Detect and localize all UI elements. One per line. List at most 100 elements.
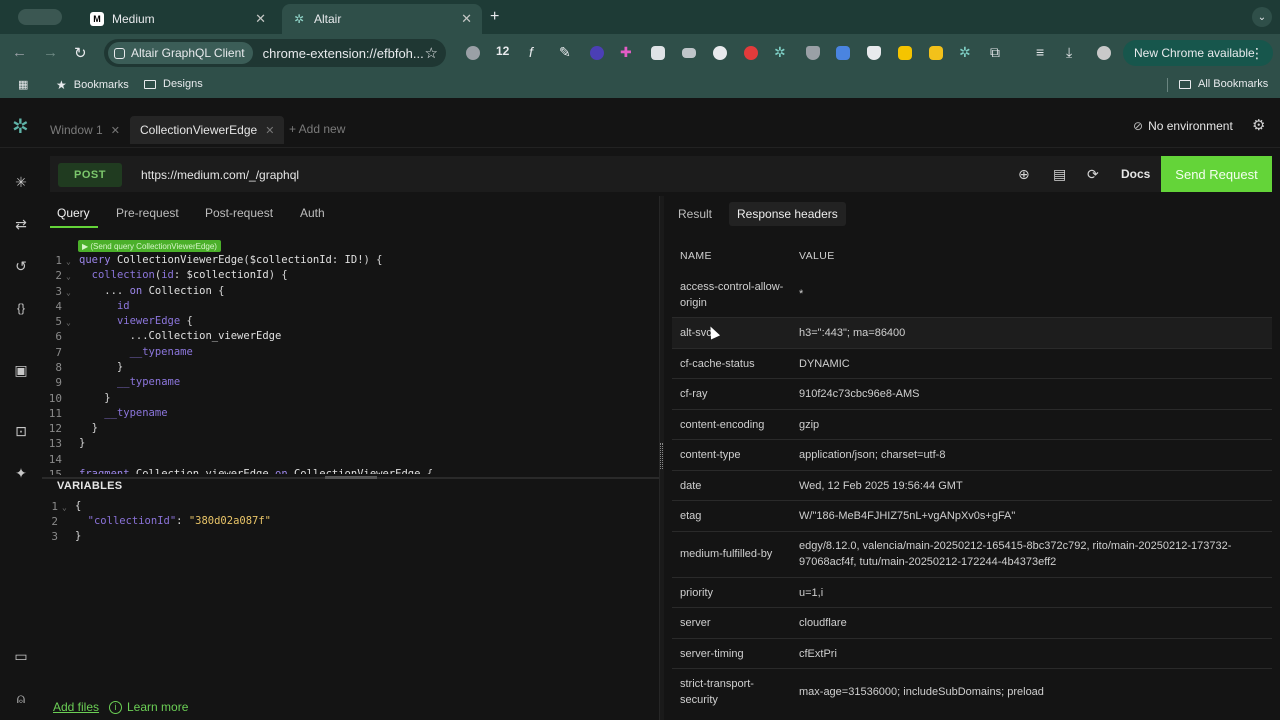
history-icon[interactable]: ↺ xyxy=(13,258,29,274)
code-line: } xyxy=(75,530,81,542)
extension-circle-icon[interactable] xyxy=(713,46,727,60)
tab-auth[interactable]: Auth xyxy=(300,206,325,220)
fold-icon[interactable]: ⌄ xyxy=(66,318,71,327)
tab-result[interactable]: Result xyxy=(670,202,720,226)
address-bar[interactable]: Altair GraphQL Client chrome-extension:/… xyxy=(104,39,446,67)
extensions-puzzle-icon[interactable]: ⧉ xyxy=(990,44,1000,61)
add-new-window-button[interactable]: + Add new xyxy=(289,122,345,136)
code-line: query CollectionViewerEdge($collectionId… xyxy=(79,254,382,266)
apps-grid-icon[interactable]: ▦ xyxy=(18,78,28,91)
extension-altair2-icon[interactable]: ✲ xyxy=(959,44,971,61)
extension-translate-icon[interactable] xyxy=(836,46,850,60)
browser-tab-label: Medium xyxy=(112,12,155,26)
close-window-icon[interactable]: ✕ xyxy=(265,124,274,137)
close-tab-icon[interactable]: ✕ xyxy=(255,11,266,27)
folder-icon[interactable]: ▭ xyxy=(13,648,29,664)
tab-query[interactable]: Query xyxy=(57,206,90,220)
table-row: priority u=1,i xyxy=(672,578,1272,608)
close-window-icon[interactable]: ✕ xyxy=(111,124,120,137)
variables-braces-icon[interactable]: {} xyxy=(13,300,29,316)
extension-site-chip[interactable]: Altair GraphQL Client xyxy=(108,42,253,64)
fold-icon[interactable]: ⌄ xyxy=(62,503,67,512)
http-method-selector[interactable]: POST xyxy=(58,163,122,187)
extension-stop-icon[interactable] xyxy=(744,46,758,60)
tab-response-headers[interactable]: Response headers xyxy=(729,202,846,226)
extension-warning-icon[interactable] xyxy=(929,46,943,60)
fold-icon[interactable]: ⌄ xyxy=(66,288,71,297)
extension-altair-icon[interactable]: ✲ xyxy=(774,44,786,61)
forward-icon[interactable]: → xyxy=(43,44,58,61)
extension-yellow-icon[interactable] xyxy=(898,46,912,60)
back-icon[interactable]: ← xyxy=(12,44,27,61)
docs-button[interactable]: Docs xyxy=(1121,167,1150,181)
reload-icon[interactable]: ↻ xyxy=(74,44,87,62)
extension-mail-icon[interactable] xyxy=(682,48,696,58)
variable-key: "collectionId" xyxy=(88,515,177,527)
collections-icon[interactable]: ▣ xyxy=(13,362,29,378)
download-icon[interactable]: ⤓ xyxy=(1066,44,1072,61)
endpoint-url-input[interactable]: https://medium.com/_/graphql xyxy=(141,168,299,182)
code-line: ... on Collection { xyxy=(79,285,224,297)
profile-avatar-icon[interactable] xyxy=(1097,46,1111,60)
update-label: New Chrome available xyxy=(1134,46,1255,60)
ai-sparkle-icon[interactable]: ✦ xyxy=(13,465,29,481)
export-file-icon[interactable]: ▤ xyxy=(1053,166,1066,183)
window-tab-collectionvieweredge[interactable]: CollectionViewerEdge ✕ xyxy=(130,116,284,144)
extension-figma-icon[interactable]: ✚ xyxy=(620,44,632,61)
resize-grip-icon[interactable] xyxy=(660,443,663,469)
info-icon: i xyxy=(109,701,122,714)
add-files-link[interactable]: Add files xyxy=(53,700,99,714)
code-line: } xyxy=(79,437,85,449)
learn-more-link[interactable]: iLearn more xyxy=(109,700,188,714)
line-number: 2 xyxy=(40,515,58,528)
extension-window-icon[interactable] xyxy=(651,46,665,60)
code-line: } xyxy=(79,392,111,404)
plugin-icon[interactable]: ⊡ xyxy=(13,423,29,439)
star-icon: ★ xyxy=(56,78,67,92)
tab-group-indicator[interactable] xyxy=(18,9,62,25)
header-name: access-control-allow-origin xyxy=(680,279,788,311)
all-bookmarks[interactable]: All Bookmarks xyxy=(1179,78,1268,90)
bookmark-star-icon[interactable]: ☆ xyxy=(425,44,438,62)
send-request-button[interactable]: Send Request xyxy=(1161,156,1272,192)
eyedropper-icon[interactable]: ✎ xyxy=(559,44,571,61)
extension-fx-icon[interactable]: f xyxy=(529,44,533,60)
altair-logo-icon[interactable]: ✲ xyxy=(12,114,29,139)
tab-search-icon[interactable]: ⌄ xyxy=(1252,7,1272,27)
add-query-icon[interactable]: ⊕ xyxy=(1018,166,1030,183)
sync-icon[interactable]: ⇄ xyxy=(13,216,29,232)
bookmark-bookmarks[interactable]: ★Bookmarks xyxy=(56,78,129,92)
send-query-hint-button[interactable]: ▶ (Send query CollectionViewerEdge) xyxy=(78,240,221,252)
fold-icon[interactable]: ⌄ xyxy=(66,257,71,266)
horizontal-scrollbar[interactable] xyxy=(325,476,377,479)
reading-list-icon[interactable]: ≡ xyxy=(1036,44,1044,60)
browser-tab-altair[interactable]: ✲ Altair ✕ xyxy=(282,4,482,34)
window-tab-1[interactable]: Window 1 ✕ xyxy=(40,116,130,144)
line-number: 11 xyxy=(44,407,62,420)
code-line: } xyxy=(79,422,98,434)
tab-post-request[interactable]: Post-request xyxy=(205,206,273,220)
tab-pre-request[interactable]: Pre-request xyxy=(116,206,179,220)
environment-selector[interactable]: ⊘ No environment xyxy=(1133,119,1233,133)
graphql-icon[interactable]: ✳ xyxy=(13,174,29,190)
browser-tab-medium[interactable]: M Medium ✕ xyxy=(80,4,276,34)
extension-p-icon[interactable] xyxy=(466,46,480,60)
new-tab-icon[interactable]: + xyxy=(490,8,499,26)
new-chrome-available-button[interactable]: New Chrome available ⋮ xyxy=(1123,40,1273,66)
fold-icon[interactable]: ⌄ xyxy=(66,272,71,281)
account-icon[interactable]: ⍝ xyxy=(13,690,29,706)
bookmark-designs[interactable]: Designs xyxy=(144,78,203,90)
sidebar-rail: ✳ ⇄ ↺ {} ▣ ⊡ ✦ ▭ ⍝ xyxy=(0,148,42,720)
extension-shield-icon[interactable] xyxy=(806,46,820,60)
bookmarks-bar: ▦ ★Bookmarks Designs All Bookmarks xyxy=(0,72,1280,98)
header-name: priority xyxy=(680,585,788,601)
more-menu-icon[interactable]: ⋮ xyxy=(1250,45,1264,62)
settings-gear-icon[interactable]: ⚙ xyxy=(1252,116,1265,134)
extension-shield2-icon[interactable] xyxy=(867,46,881,60)
close-tab-icon[interactable]: ✕ xyxy=(461,11,472,27)
line-number: 7 xyxy=(44,346,62,359)
extension-purple-icon[interactable] xyxy=(590,46,604,60)
line-number: 10 xyxy=(44,392,62,405)
extension-12-icon[interactable]: 12 xyxy=(496,44,509,58)
refresh-schema-icon[interactable]: ⟳ xyxy=(1087,166,1099,183)
